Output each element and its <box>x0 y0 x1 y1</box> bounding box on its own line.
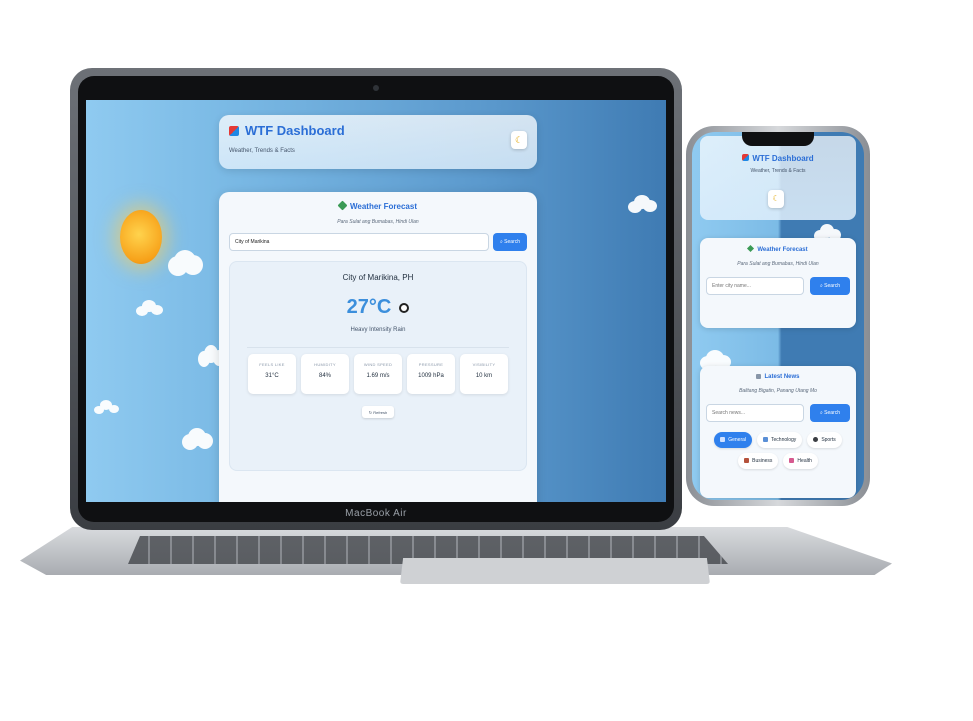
app-title: WTF Dashboard <box>706 154 850 163</box>
weather-condition: Heavy Intensity Rain <box>350 327 406 333</box>
newspaper-icon <box>756 374 762 379</box>
newspaper-icon <box>720 437 726 443</box>
laptop-icon <box>763 437 769 443</box>
city-input[interactable] <box>229 233 489 251</box>
ball-icon <box>813 437 819 443</box>
search-button-label: Search <box>824 410 841 417</box>
flag-icon <box>229 125 239 136</box>
category-label: Technology <box>771 437 797 444</box>
briefcase-icon <box>744 458 750 464</box>
sun-icon <box>120 210 162 264</box>
phone-notch <box>742 132 814 146</box>
cloud-icon <box>706 350 724 366</box>
category-general[interactable]: General <box>714 432 753 449</box>
stat-label: HUMIDITY <box>314 362 336 367</box>
search-button-label: Search <box>824 283 841 289</box>
news-title: Latest News <box>706 374 850 380</box>
category-label: General <box>728 437 747 444</box>
stat-value: 1009 hPa <box>418 373 444 379</box>
weather-search-row: ⌕ Search <box>229 233 527 251</box>
app-title-text: WTF Dashboard <box>752 154 814 163</box>
cloud-icon <box>204 345 218 363</box>
app-header: WTF Dashboard Weather, Trends & Facts ☾ <box>700 136 856 220</box>
stat-value: 10 km <box>475 373 493 379</box>
health-icon <box>789 458 795 464</box>
temperature: 27°C <box>346 296 392 318</box>
stat-value: 84% <box>318 373 331 379</box>
news-search-button[interactable]: ⌕ Search <box>810 404 850 423</box>
phone-screen: WTF Dashboard Weather, Trends & Facts ☾ … <box>692 132 864 500</box>
news-card: Latest News Balitang Bigatin, Panang Uta… <box>700 366 856 498</box>
camera-icon <box>373 85 379 91</box>
weather-stats: FEELS LIKE 31°C HUMIDITY 84% WIND SPEED … <box>239 354 517 394</box>
weather-title: Weather Forecast <box>706 244 850 253</box>
weather-search-row: ⌕ Search <box>706 277 850 295</box>
category-health[interactable]: Health <box>783 453 818 470</box>
refresh-button[interactable]: ↻ Refresh <box>362 406 394 418</box>
news-subtitle: Balitang Bigatin, Panang Utang Mo <box>739 388 817 395</box>
weather-title-text: Weather Forecast <box>757 247 808 253</box>
current-weather: City of Marikina, PH 27°C Heavy Intensit… <box>229 261 527 471</box>
stat-label: PRESSURE <box>418 362 444 367</box>
refresh-button-label: Refresh <box>373 409 388 415</box>
laptop-brand: MacBook Air <box>345 508 407 519</box>
app-subtitle: Weather, Trends & Facts <box>750 168 806 174</box>
leaf-icon <box>337 200 348 211</box>
cloud-icon <box>188 428 206 446</box>
news-title-text: Latest News <box>764 374 800 381</box>
laptop-screen: WTF Dashboard Weather, Trends & Facts ☾ … <box>86 100 666 502</box>
laptop: WTF Dashboard Weather, Trends & Facts ☾ … <box>70 68 682 530</box>
news-search-row: ⌕ Search <box>706 404 850 423</box>
search-button[interactable]: ⌕ Search <box>810 277 850 295</box>
category-technology[interactable]: Technology <box>757 432 803 449</box>
laptop-bezel: WTF Dashboard Weather, Trends & Facts ☾ … <box>78 76 674 522</box>
cloud-icon <box>100 400 112 410</box>
weather-subtitle: Para Sulat ang Bumabas, Hindi Ulan <box>737 261 819 267</box>
app-title-text: WTF Dashboard <box>245 123 345 138</box>
stat-feels-like: FEELS LIKE 31°C <box>248 354 296 394</box>
flag-icon <box>742 154 750 161</box>
stat-label: VISIBILITY <box>472 362 496 367</box>
stat-humidity: HUMIDITY 84% <box>301 354 349 394</box>
weather-card: Weather Forecast Para Sulat ang Bumabas,… <box>700 238 856 328</box>
app-subtitle: Weather, Trends & Facts <box>229 148 295 154</box>
leaf-icon <box>747 244 755 253</box>
news-categories: General Technology Sports Business Healt… <box>706 432 850 470</box>
category-label: Sports <box>821 437 836 444</box>
app-header: WTF Dashboard Weather, Trends & Facts ☾ <box>219 115 537 169</box>
city-input[interactable] <box>706 277 804 295</box>
city-name: City of Marikina, PH <box>342 273 414 282</box>
category-sports[interactable]: Sports <box>807 432 842 449</box>
stat-label: FEELS LIKE <box>259 362 285 367</box>
rain-icon <box>399 302 410 313</box>
search-button-label: Search <box>504 239 521 245</box>
cloud-icon <box>174 250 196 272</box>
stat-wind-speed: WIND SPEED 1.69 m/s <box>354 354 402 394</box>
cloud-icon <box>634 195 650 209</box>
moon-icon[interactable]: ☾ <box>511 131 527 149</box>
weather-title-text: Weather Forecast <box>350 202 417 211</box>
stat-value: 1.69 m/s <box>366 373 390 379</box>
weather-subtitle: Para Sulat ang Bumabas, Hindi Ulan <box>337 219 419 225</box>
category-label: Business <box>752 458 773 465</box>
stat-label: WIND SPEED <box>363 362 393 367</box>
cloud-icon <box>142 300 156 312</box>
cloud-icon <box>820 224 834 238</box>
divider <box>247 347 509 348</box>
news-search-input[interactable] <box>706 404 804 423</box>
stat-value: 31°C <box>265 373 279 379</box>
app-title: WTF Dashboard <box>229 123 527 138</box>
trackpad <box>400 558 710 584</box>
stat-pressure: PRESSURE 1009 hPa <box>407 354 455 394</box>
category-label: Health <box>797 458 812 465</box>
search-button[interactable]: ⌕ Search <box>493 233 527 251</box>
category-business[interactable]: Business <box>738 453 779 470</box>
weather-title: Weather Forecast <box>229 200 527 211</box>
moon-icon[interactable]: ☾ <box>768 190 784 208</box>
phone: WTF Dashboard Weather, Trends & Facts ☾ … <box>686 126 870 506</box>
temperature-row: 27°C <box>239 296 517 319</box>
weather-card: Weather Forecast Para Sulat ang Bumabas,… <box>219 192 537 502</box>
stat-visibility: VISIBILITY 10 km <box>460 354 508 394</box>
